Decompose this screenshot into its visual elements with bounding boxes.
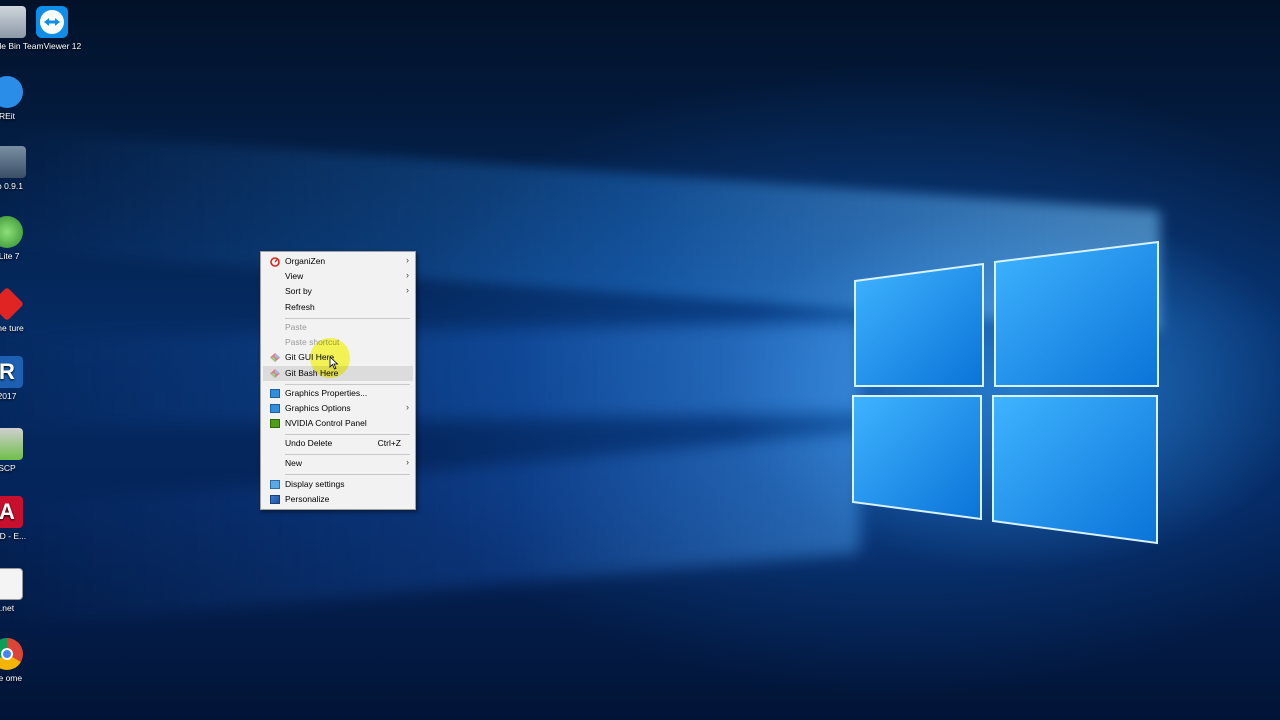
organizen-icon: [270, 257, 280, 267]
menu-item-label: Graphics Properties...: [285, 388, 368, 398]
menu-item-paste: Paste: [263, 320, 413, 335]
menu-item-label: OrganiZen: [285, 256, 326, 266]
chevron-right-icon: ›: [406, 285, 409, 295]
git-icon: [270, 353, 280, 362]
menu-item-label: Refresh: [285, 302, 315, 312]
desktop-icon-winscp[interactable]: SCP: [0, 428, 42, 473]
menu-item-refresh[interactable]: Refresh: [263, 300, 413, 315]
desktop-icon-label: 2017: [0, 391, 17, 401]
desktop-icon-label: o 0.9.1: [0, 181, 23, 191]
menu-item-organizen[interactable]: OrganiZen ›: [263, 254, 413, 269]
menu-item-label: NVIDIA Control Panel: [285, 418, 367, 428]
menu-item-label: Graphics Options: [285, 403, 351, 413]
app-icon: [0, 76, 23, 108]
desktop-icon-label: tone ture: [0, 323, 24, 333]
app-icon: [0, 287, 24, 321]
desktop-icon-chrome[interactable]: gle ome: [0, 638, 42, 683]
desktop-context-menu: OrganiZen › View › Sort by › Refresh Pas…: [260, 251, 416, 510]
chevron-right-icon: ›: [406, 270, 409, 280]
menu-item-graphics-options[interactable]: Graphics Options ›: [263, 401, 413, 416]
menu-item-personalize[interactable]: Personalize: [263, 492, 413, 507]
menu-separator: [285, 384, 410, 385]
desktop-icon-teamviewer[interactable]: TeamViewer 12: [17, 6, 87, 51]
desktop-icon-label: CAD - E...: [0, 531, 27, 541]
chevron-right-icon: ›: [406, 255, 409, 265]
desktop-icon-label: SCP: [0, 463, 16, 473]
menu-item-label: Undo Delete: [285, 438, 333, 448]
intel-graphics-icon: [270, 404, 280, 413]
desktop-icon-label: .net: [0, 603, 15, 613]
menu-item-label: Display settings: [285, 479, 345, 489]
desktop-icon[interactable]: l Lite 7: [0, 216, 42, 261]
mouse-pointer-icon: [329, 356, 339, 370]
menu-separator: [285, 318, 410, 319]
app-icon: [0, 568, 23, 600]
display-icon: [270, 480, 280, 489]
menu-separator: [285, 434, 410, 435]
desktop-icon-label: l Lite 7: [0, 251, 20, 261]
intel-graphics-icon: [270, 389, 280, 398]
desktop-icon[interactable]: .net: [0, 568, 42, 613]
chevron-right-icon: ›: [406, 402, 409, 412]
menu-item-graphics-properties[interactable]: Graphics Properties...: [263, 386, 413, 401]
app-icon: R: [0, 356, 23, 388]
autocad-icon: A: [0, 496, 23, 528]
app-icon: [0, 216, 23, 248]
chrome-icon: [0, 638, 23, 670]
desktop-icon-label: TeamViewer 12: [22, 41, 82, 51]
desktop-icon[interactable]: tone ture: [0, 287, 42, 333]
desktop-icon-label: gle ome: [0, 673, 23, 683]
menu-separator: [285, 454, 410, 455]
winscp-icon: [0, 428, 23, 460]
menu-item-new[interactable]: New ›: [263, 456, 413, 471]
menu-item-sort-by[interactable]: Sort by ›: [263, 284, 413, 299]
menu-item-shortcut: Ctrl+Z: [377, 438, 401, 448]
menu-item-label: Personalize: [285, 494, 330, 504]
menu-separator: [285, 474, 410, 475]
nvidia-icon: [270, 419, 280, 428]
desktop-icon[interactable]: REit: [0, 76, 42, 121]
desktop-icon[interactable]: R 2017: [0, 356, 42, 401]
desktop-icon-label: REit: [0, 111, 16, 121]
chevron-right-icon: ›: [406, 457, 409, 467]
git-icon: [270, 369, 280, 378]
menu-item-label: New: [285, 458, 303, 468]
desktop-icon[interactable]: o 0.9.1: [0, 146, 45, 191]
menu-item-nvidia-control-panel[interactable]: NVIDIA Control Panel: [263, 416, 413, 431]
teamviewer-icon: [36, 6, 68, 38]
personalize-icon: [270, 495, 280, 504]
menu-item-label: Paste: [285, 322, 307, 332]
menu-item-undo-delete[interactable]: Undo Delete Ctrl+Z: [263, 436, 413, 451]
menu-item-label: View: [285, 271, 304, 281]
menu-item-label: Sort by: [285, 286, 312, 296]
desktop-icon-autocad[interactable]: A CAD - E...: [0, 496, 42, 541]
app-icon: [0, 146, 26, 178]
menu-item-view[interactable]: View ›: [263, 269, 413, 284]
windows-logo: [852, 240, 1159, 545]
menu-item-display-settings[interactable]: Display settings: [263, 477, 413, 492]
